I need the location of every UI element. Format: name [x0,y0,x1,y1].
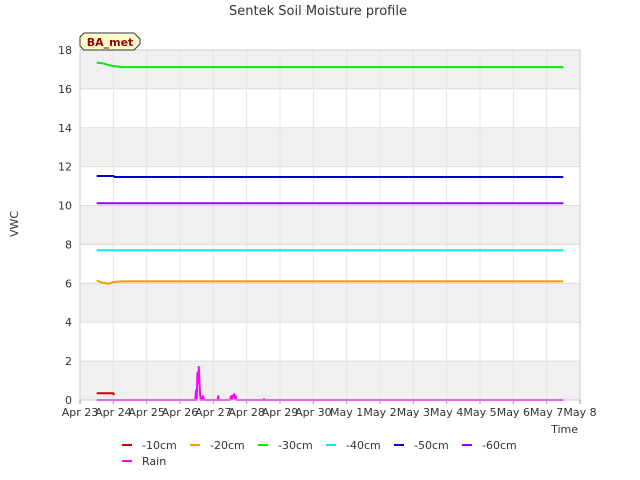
x-tick-label: May 4 [430,406,463,419]
x-tick-label: May 5 [463,406,496,419]
site-badge-label: BA_met [87,36,134,49]
x-tick-label: Apr 30 [295,406,332,419]
y-tick-label: 10 [58,200,72,213]
x-tick-label: May 2 [363,406,396,419]
x-tick-label: Apr 26 [162,406,199,419]
y-tick-label: 8 [65,238,72,251]
x-tick-label: Apr 23 [62,406,99,419]
legend-item: -50cm [394,439,449,452]
x-tick-label: May 6 [497,406,530,419]
x-tick-label: Apr 25 [128,406,165,419]
plot-band [80,205,580,245]
x-tick-label: Apr 29 [262,406,299,419]
plot-band [80,283,580,323]
chart-title: Sentek Soil Moisture profile [229,4,407,19]
y-ticks: 024681012141618 [58,44,72,407]
x-tick-label: May 3 [397,406,430,419]
x-ticks: Apr 23Apr 24Apr 25Apr 26Apr 27Apr 28Apr … [62,400,597,419]
legend-label: -10cm [142,439,177,452]
series-line [96,175,564,178]
site-badge: BA_met [79,32,141,51]
legend-item: -60cm [462,439,517,452]
legend-label: Rain [142,455,166,468]
legend-item: Rain [122,455,166,468]
x-tick-label: Apr 28 [228,406,265,419]
plot-band [80,127,580,167]
y-axis-label: VWC [8,211,21,237]
x-axis-label: Time [550,423,578,436]
x-tick-label: Apr 24 [95,406,132,419]
x-tick-label: Apr 27 [195,406,232,419]
plot-bands [80,50,580,400]
legend-label: -30cm [278,439,313,452]
legend: -10cm -20cm -30cm -40cm -50cm -60cm Rain [122,439,517,468]
legend-item: -10cm [122,439,177,452]
y-tick-label: 12 [58,161,72,174]
legend-label: -60cm [482,439,517,452]
soil-moisture-chart: Sentek Soil Moisture profile 02468101214… [8,4,597,468]
legend-item: -20cm [190,439,245,452]
y-tick-label: 14 [58,122,72,135]
legend-label: -40cm [346,439,381,452]
legend-item: -40cm [326,439,381,452]
legend-item: -30cm [258,439,313,452]
y-tick-label: 16 [58,83,72,96]
y-tick-label: 6 [65,277,72,290]
y-tick-label: 2 [65,355,72,368]
legend-label: -20cm [210,439,245,452]
x-tick-label: May 7 [530,406,563,419]
plot-band [80,50,580,89]
x-tick-label: May 8 [563,406,596,419]
y-tick-label: 4 [65,316,72,329]
x-tick-label: May 1 [330,406,363,419]
y-tick-label: 18 [58,44,72,57]
plot-band [80,361,580,400]
legend-label: -50cm [414,439,449,452]
